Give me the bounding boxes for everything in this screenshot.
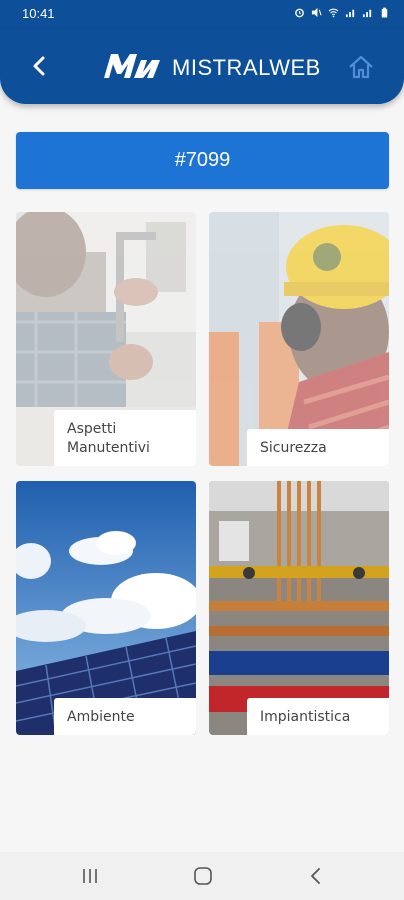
signal-icon <box>362 9 372 18</box>
signal-icon <box>345 9 355 18</box>
mute-icon <box>311 7 322 18</box>
status-time: 10:41 <box>22 6 55 21</box>
category-card-plant[interactable]: Impiantistica <box>209 481 389 735</box>
pipes-installation-image <box>209 481 389 735</box>
battery-icon <box>381 7 388 18</box>
status-bar: 10:41 <box>0 0 404 28</box>
app-bar: MISTRALWEB <box>0 28 404 104</box>
home-circle-icon[interactable] <box>189 864 217 888</box>
category-label-box: Aspetti Manutentivi <box>54 410 196 466</box>
category-card-maintenance[interactable]: Aspetti Manutentivi <box>16 212 196 466</box>
category-label: Ambiente <box>67 709 135 725</box>
hardhat-worker-image <box>209 212 389 466</box>
category-label-box: Ambiente <box>54 698 196 735</box>
alarm-icon <box>295 8 304 18</box>
category-label-box: Sicurezza <box>247 429 389 466</box>
ticket-number-label: #7099 <box>174 149 231 171</box>
category-label: Impiantistica <box>260 709 351 725</box>
category-label: Sicurezza <box>260 440 327 456</box>
recent-apps-icon[interactable] <box>76 864 104 888</box>
ticket-number-button[interactable]: #7099 <box>16 132 389 189</box>
back-icon[interactable] <box>302 864 330 888</box>
category-label-box: Impiantistica <box>247 698 389 735</box>
brand-logo: MISTRALWEB <box>96 46 320 86</box>
category-label: Aspetti Manutentivi <box>67 421 150 456</box>
status-icons <box>294 7 390 18</box>
solar-panels-image <box>16 481 196 735</box>
category-card-environment[interactable]: Ambiente <box>16 481 196 735</box>
home-icon[interactable] <box>346 52 376 82</box>
system-nav-bar <box>0 852 404 900</box>
wifi-icon <box>328 8 339 18</box>
category-card-safety[interactable]: Sicurezza <box>209 212 389 466</box>
brand-mark-icon <box>104 54 160 78</box>
chevron-left-icon[interactable] <box>22 48 58 84</box>
brand-name: MISTRALWEB <box>172 55 321 80</box>
